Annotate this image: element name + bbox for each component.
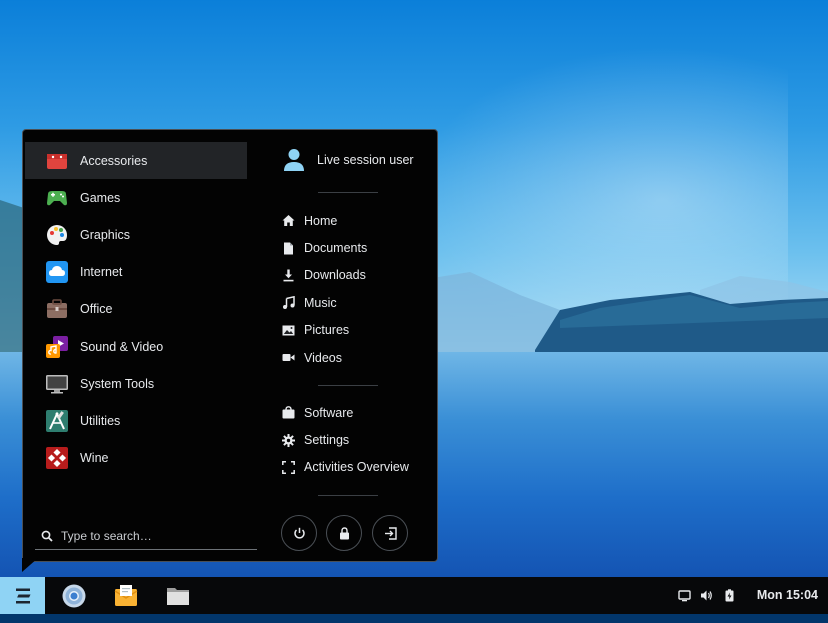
system-software[interactable]: Software bbox=[281, 399, 441, 426]
category-label: Games bbox=[80, 190, 121, 205]
place-documents[interactable]: Documents bbox=[281, 234, 441, 261]
wine-icon bbox=[45, 446, 69, 470]
display-icon bbox=[678, 590, 691, 602]
category-label: Sound & Video bbox=[80, 339, 164, 354]
tray-battery[interactable] bbox=[723, 589, 736, 602]
lock-icon bbox=[339, 526, 349, 539]
category-label: Utilities bbox=[80, 413, 121, 428]
separator bbox=[318, 495, 378, 496]
screen-bottom-strip bbox=[0, 614, 828, 623]
system-label: Activities Overview bbox=[304, 460, 409, 475]
category-accessories[interactable]: Accessories bbox=[25, 142, 247, 180]
system-list: Software Settings Activities Overview bbox=[281, 399, 441, 481]
mail-icon bbox=[114, 585, 138, 606]
category-games[interactable]: Games bbox=[25, 179, 247, 216]
category-sound-video[interactable]: Sound & Video bbox=[25, 328, 247, 365]
category-graphics[interactable]: Graphics bbox=[25, 216, 247, 253]
places-list: Home Documents Downloads Music Pictures … bbox=[281, 207, 441, 371]
taskbar: Mon 15:04 bbox=[0, 577, 828, 614]
system-tools-icon bbox=[45, 372, 69, 396]
gear-icon bbox=[281, 433, 295, 447]
start-menu-button[interactable] bbox=[0, 577, 45, 614]
browser-icon bbox=[62, 584, 86, 608]
clock[interactable]: Mon 15:04 bbox=[757, 588, 818, 602]
music-icon bbox=[281, 296, 295, 310]
download-icon bbox=[281, 268, 295, 282]
power-button[interactable] bbox=[281, 515, 317, 551]
logout-button[interactable] bbox=[372, 515, 408, 551]
place-label: Music bbox=[304, 295, 337, 310]
place-label: Downloads bbox=[304, 268, 366, 283]
category-label: Accessories bbox=[80, 153, 148, 168]
category-list: Accessories Games Graphics Internet Offi… bbox=[25, 142, 247, 477]
system-activities[interactable]: Activities Overview bbox=[281, 454, 441, 481]
category-label: System Tools bbox=[80, 376, 155, 391]
place-label: Pictures bbox=[304, 323, 350, 338]
place-videos[interactable]: Videos bbox=[281, 344, 441, 371]
sound-video-icon bbox=[45, 335, 69, 359]
taskbar-files[interactable] bbox=[165, 583, 191, 609]
menu-pointer bbox=[22, 558, 38, 572]
battery-icon bbox=[725, 589, 734, 602]
separator bbox=[318, 385, 378, 386]
place-home[interactable]: Home bbox=[281, 207, 441, 234]
software-icon bbox=[281, 406, 295, 420]
system-label: Settings bbox=[304, 433, 350, 448]
category-label: Internet bbox=[80, 265, 123, 280]
document-icon bbox=[281, 241, 295, 255]
search-input[interactable] bbox=[61, 528, 241, 543]
tray-volume[interactable] bbox=[700, 589, 713, 602]
utilities-icon bbox=[45, 409, 69, 433]
user-name: Live session user bbox=[317, 153, 414, 167]
picture-icon bbox=[281, 323, 295, 337]
taskbar-browser[interactable] bbox=[61, 583, 87, 609]
zorin-logo-icon bbox=[15, 588, 31, 603]
category-office[interactable]: Office bbox=[25, 291, 247, 328]
category-wine[interactable]: Wine bbox=[25, 440, 247, 477]
system-settings[interactable]: Settings bbox=[281, 426, 441, 453]
search-icon bbox=[41, 530, 53, 542]
graphics-icon bbox=[45, 223, 69, 247]
activities-icon bbox=[281, 460, 295, 474]
place-music[interactable]: Music bbox=[281, 289, 441, 316]
taskbar-mail[interactable] bbox=[113, 583, 139, 609]
games-icon bbox=[45, 186, 69, 210]
app-menu: Accessories Games Graphics Internet Offi… bbox=[22, 129, 438, 562]
volume-icon bbox=[701, 590, 712, 601]
files-icon bbox=[167, 588, 189, 605]
user-account[interactable]: Live session user bbox=[283, 148, 414, 172]
category-utilities[interactable]: Utilities bbox=[25, 402, 247, 439]
home-icon bbox=[281, 214, 295, 228]
category-internet[interactable]: Internet bbox=[25, 254, 247, 291]
system-label: Software bbox=[304, 405, 354, 420]
power-icon bbox=[293, 527, 305, 539]
category-label: Graphics bbox=[80, 227, 131, 242]
place-label: Documents bbox=[304, 241, 368, 256]
accessories-icon bbox=[45, 149, 69, 173]
internet-icon bbox=[45, 260, 69, 284]
category-system-tools[interactable]: System Tools bbox=[25, 365, 247, 402]
place-label: Home bbox=[304, 213, 338, 228]
lock-button[interactable] bbox=[326, 515, 362, 551]
separator bbox=[318, 192, 378, 193]
logout-icon bbox=[384, 526, 397, 540]
user-avatar-icon bbox=[284, 149, 304, 171]
category-label: Office bbox=[80, 302, 113, 317]
place-downloads[interactable]: Downloads bbox=[281, 262, 441, 289]
category-label: Wine bbox=[80, 451, 109, 466]
office-icon bbox=[45, 297, 69, 321]
place-label: Videos bbox=[304, 350, 342, 365]
search-box[interactable] bbox=[35, 522, 257, 550]
tray-display[interactable] bbox=[678, 589, 691, 602]
place-pictures[interactable]: Pictures bbox=[281, 317, 441, 344]
video-icon bbox=[281, 351, 295, 365]
